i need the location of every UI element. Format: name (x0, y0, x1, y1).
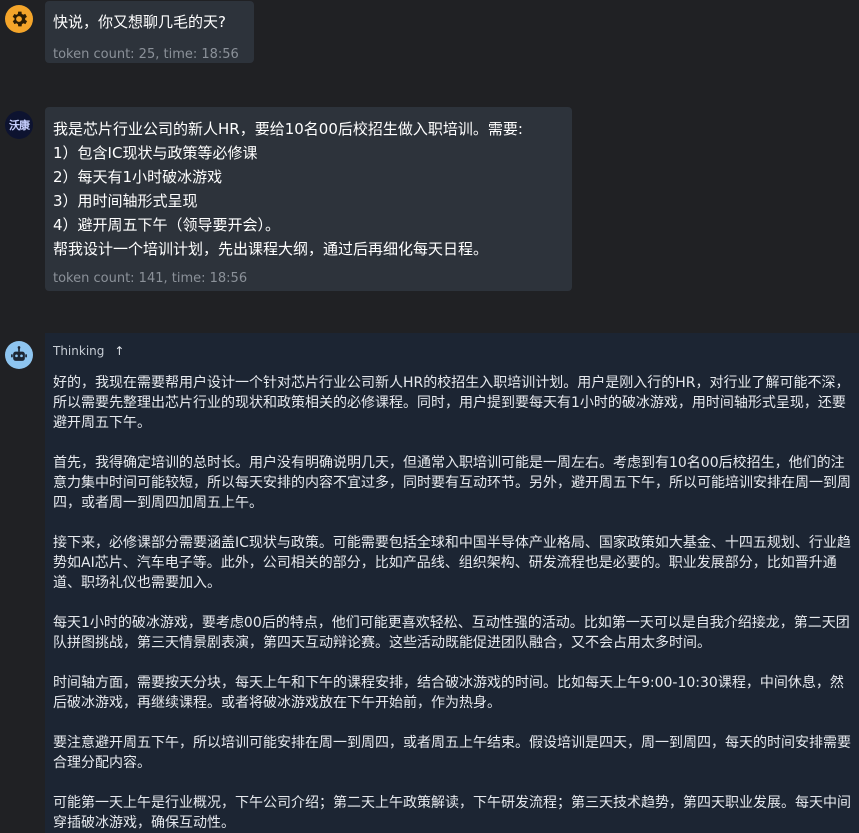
message-text: 快说，你又想聊几毛的天? (53, 13, 226, 31)
thinking-paragraph: 时间轴方面，需要按天分块，每天上午和下午的课程安排，结合破冰游戏的时间。比如每天… (53, 675, 844, 711)
thinking-paragraph: 首先，我得确定培训的总时长。用户没有明确说明几天，但通常入职培训可能是一周左右。… (53, 455, 851, 511)
thinking-content: 好的，我现在需要帮用户设计一个针对芯片行业公司新人HR的校招生入职培训计划。用户… (53, 373, 851, 833)
gear-icon (12, 11, 28, 27)
message-line: 我是芯片行业公司的新人HR，要给10名00后校招生做入职培训。需要: (53, 120, 523, 138)
message-bubble: 我是芯片行业公司的新人HR，要给10名00后校招生做入职培训。需要: 1）包含I… (45, 107, 572, 291)
user-avatar: 沃康 (5, 111, 33, 139)
thinking-panel: Thinking ↑ 好的，我现在需要帮用户设计一个针对芯片行业公司新人HR的校… (45, 333, 859, 833)
message-line: 4）避开周五下午（领导要开会）。 (53, 216, 281, 234)
gear-avatar (5, 5, 33, 33)
message-meta: token count: 25, time: 18:56 (53, 47, 239, 62)
thinking-label: Thinking (53, 344, 105, 358)
thinking-paragraph: 接下来，必修课部分需要涵盖IC现状与政策。可能需要包括全球和中国半导体产业格局、… (53, 535, 851, 591)
robot-icon (11, 346, 27, 361)
message-bubble: 快说，你又想聊几毛的天? token count: 25, time: 18:5… (45, 1, 254, 63)
message-line: 3）用时间轴形式呈现 (53, 192, 198, 210)
message-line: 2）每天有1小时破冰游戏 (53, 168, 223, 186)
thinking-paragraph: 每天1小时的破冰游戏，要考虑00后的特点，他们可能更喜欢轻松、互动性强的活动。比… (53, 615, 850, 651)
arrow-up-icon[interactable]: ↑ (114, 344, 124, 358)
message-line: 1）包含IC现状与政策等必修课 (53, 144, 258, 162)
thinking-paragraph: 要注意避开周五下午，所以培训可能安排在周一到周四，或者周五上午结束。假设培训是四… (53, 735, 851, 771)
bot-avatar (5, 341, 33, 369)
message-line: 帮我设计一个培训计划，先出课程大纲，通过后再细化每天日程。 (53, 240, 489, 258)
thinking-header[interactable]: Thinking ↑ (53, 343, 851, 359)
thinking-paragraph: 好的，我现在需要帮用户设计一个针对芯片行业公司新人HR的校招生入职培训计划。用户… (53, 375, 850, 431)
message-meta: token count: 141, time: 18:56 (53, 271, 248, 286)
thinking-paragraph: 可能第一天上午是行业概况，下午公司介绍；第二天上午政策解读，下午研发流程；第三天… (53, 795, 851, 831)
